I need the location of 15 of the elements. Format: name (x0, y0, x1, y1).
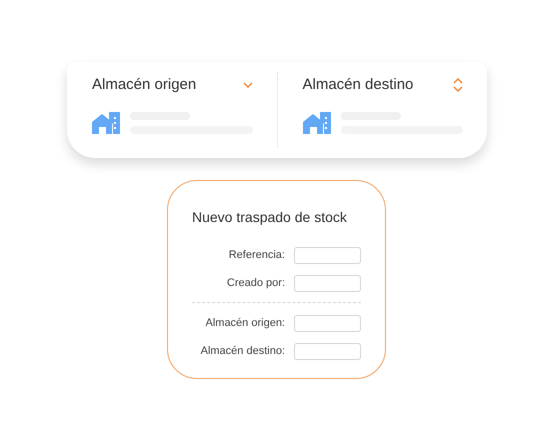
input-field[interactable] (294, 314, 361, 332)
field-label: Referencia: (228, 248, 285, 263)
warehouse-label: Almacén origen (92, 74, 196, 95)
sort-icon[interactable] (453, 78, 463, 92)
input-field[interactable] (294, 274, 361, 292)
building-icon (302, 112, 330, 134)
field-label: Creado por: (226, 276, 285, 291)
form-title: Nuevo traspado de stock (192, 208, 348, 227)
input-field[interactable] (294, 342, 361, 360)
chevron-down-icon[interactable] (242, 82, 252, 88)
field-label: Almacén origen: (206, 316, 285, 331)
building-icon (92, 112, 120, 134)
warehouse-label: Almacén destino (302, 74, 414, 95)
input-field[interactable] (294, 246, 361, 264)
field-label: Almacén destino: (200, 344, 285, 359)
